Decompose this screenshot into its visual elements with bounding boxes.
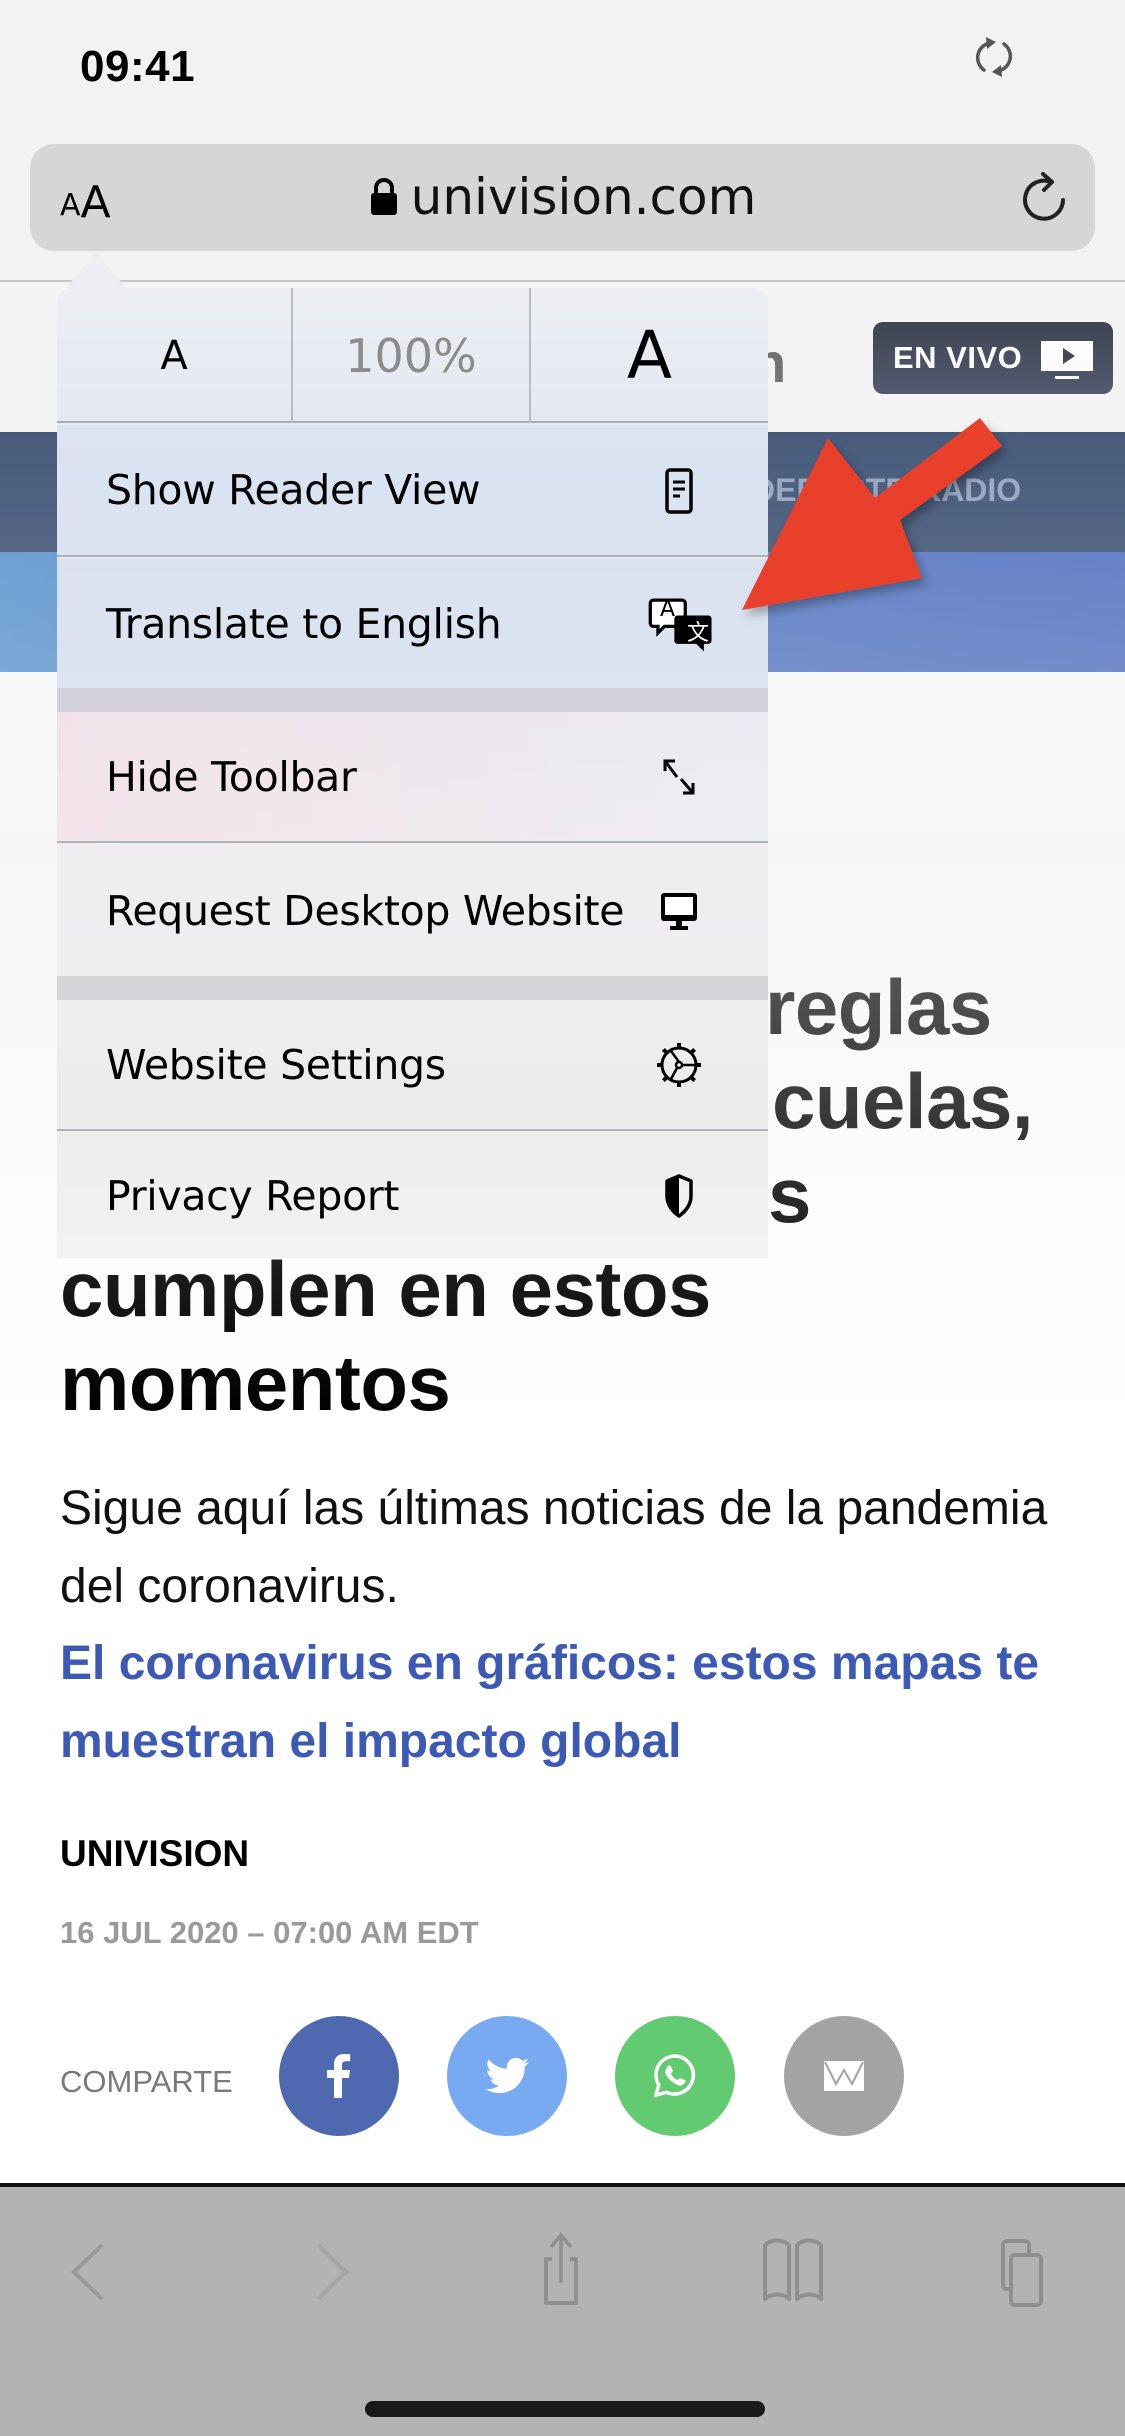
browser-top-bar: 09:41 A A univision.com: [0, 0, 1125, 282]
address-bar[interactable]: A A univision.com: [30, 144, 1095, 251]
menu-item-label: Translate to English: [106, 599, 502, 648]
related-article-link[interactable]: El coronavirus en gráficos: estos mapas …: [60, 1625, 1100, 1781]
translate-glyph-wen: 文: [687, 621, 709, 646]
share-twitter-button[interactable]: [447, 2016, 567, 2136]
shield-icon: [665, 1173, 693, 1218]
annotation-arrow: [742, 418, 1002, 610]
whatsapp-icon: [653, 2054, 696, 2098]
live-button[interactable]: EN VIVO: [873, 322, 1113, 394]
decrease-text-size-button[interactable]: A: [57, 288, 293, 423]
menu-item-hide-toolbar[interactable]: Hide Toolbar: [57, 712, 768, 843]
share-facebook-button[interactable]: [279, 2016, 399, 2136]
desktop-icon: [661, 892, 697, 930]
increase-text-size-button[interactable]: A: [531, 288, 768, 423]
zoom-level-reset-button[interactable]: 100%: [293, 288, 531, 423]
book-icon[interactable]: [757, 2231, 837, 2311]
chevron-right-icon[interactable]: [290, 2231, 370, 2311]
reload-icon[interactable]: [1017, 170, 1071, 226]
menu-item-website-settings[interactable]: Website Settings: [57, 1000, 768, 1131]
gear-icon: [657, 1042, 701, 1087]
menu-item-label: Hide Toolbar: [106, 752, 357, 801]
share-email-button[interactable]: [784, 2016, 904, 2136]
menu-group-separator: [57, 976, 768, 1000]
menu-item-label: Website Settings: [106, 1040, 446, 1089]
home-indicator[interactable]: [365, 2401, 765, 2417]
twitter-icon: [485, 2057, 530, 2094]
menu-item-show-reader-view[interactable]: Show Reader View: [57, 425, 768, 557]
menu-item-request-desktop-website[interactable]: Request Desktop Website: [57, 845, 768, 976]
menu-item-label: Show Reader View: [106, 466, 481, 514]
reader-view-icon: [665, 468, 693, 514]
tabs-icon[interactable]: [995, 2231, 1075, 2311]
live-button-label: EN VIVO: [893, 340, 1023, 375]
menu-item-label: Privacy Report: [106, 1171, 400, 1220]
page-settings-menu: A 100% A Show Reader View Translate to E…: [57, 288, 768, 1258]
zoom-level: 100%: [345, 328, 477, 383]
share-whatsapp-button[interactable]: [615, 2016, 735, 2136]
menu-item-translate[interactable]: Translate to English A 文: [57, 559, 768, 688]
status-time: 09:41: [80, 42, 196, 91]
menu-item-label: Request Desktop Website: [106, 886, 625, 935]
headline-line: momentos: [60, 1339, 451, 1427]
chevron-left-icon[interactable]: [62, 2231, 142, 2311]
share-label: COMPARTE: [60, 2064, 233, 2099]
facebook-icon: [327, 2054, 351, 2098]
menu-caret: [66, 252, 126, 288]
url-display[interactable]: univision.com: [30, 168, 1095, 226]
tv-play-icon: [1041, 341, 1093, 379]
lock-icon: [370, 178, 397, 215]
expand-arrows-icon: [663, 759, 695, 794]
article-summary: Sigue aquí las últimas noticias de la pa…: [60, 1482, 1048, 1613]
article-author: UNIVISION: [60, 1833, 250, 1874]
share-row: COMPARTE: [60, 2016, 1060, 2140]
orientation-lock-icon: [975, 37, 1013, 77]
browser-bottom-toolbar: [0, 2183, 1125, 2436]
mail-icon: [824, 2061, 864, 2091]
increase-text-label: A: [626, 317, 673, 394]
menu-group-separator: [57, 688, 768, 712]
share-icon[interactable]: [522, 2231, 602, 2311]
menu-item-privacy-report[interactable]: Privacy Report: [57, 1133, 768, 1258]
article-date: 16 JUL 2020 – 07:00 AM EDT: [60, 1915, 479, 1950]
url-text: univision.com: [410, 168, 757, 226]
decrease-text-label: A: [160, 332, 188, 379]
font-size-controls: A 100% A: [57, 288, 768, 423]
translate-glyph-a: A: [660, 597, 675, 622]
